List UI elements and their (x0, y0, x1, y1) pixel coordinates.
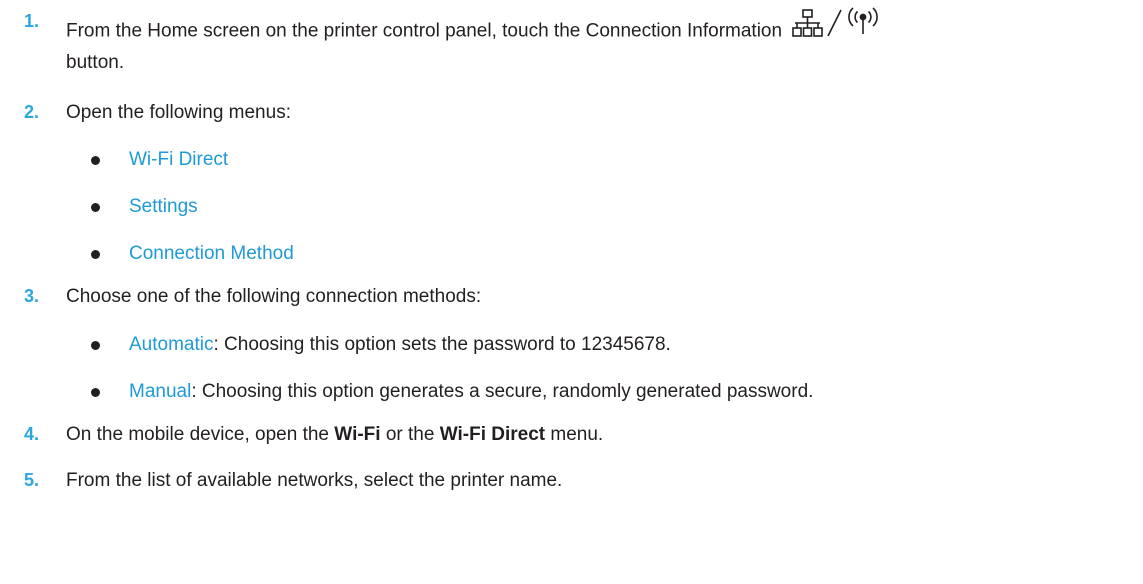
step-number-5: 5. (24, 470, 40, 490)
step-number-3: 3. (24, 286, 40, 306)
step-1-line2: button. (66, 52, 125, 73)
connection-information-icons (791, 6, 883, 49)
option-manual: Manual: Choosing this option generates a… (129, 380, 813, 404)
instruction-steps: 1. From the Home screen on the printer c… (0, 0, 1143, 584)
option-automatic-desc: : Choosing this option sets the password… (213, 334, 671, 355)
step-4-text: On the mobile device, open the Wi-Fi or … (66, 423, 603, 447)
step-4-mid: or the (380, 424, 440, 445)
step-4-pre: On the mobile device, open the (66, 424, 335, 445)
option-manual-name: Manual (129, 381, 192, 402)
bullet-dot (91, 203, 100, 212)
bullet-dot (91, 250, 100, 259)
step-number-4: 4. (24, 424, 40, 444)
bullet-dot (91, 156, 100, 165)
network-wireless-icon-group (792, 7, 879, 37)
step-4-wifi-direct: Wi-Fi Direct (439, 424, 546, 445)
step-1-line1: From the Home screen on the printer cont… (66, 20, 783, 42)
bullet-dot (91, 388, 100, 397)
step-5-text: From the list of available networks, sel… (66, 470, 563, 491)
option-manual-desc: : Choosing this option generates a secur… (191, 381, 814, 402)
option-automatic: Automatic: Choosing this option sets the… (129, 333, 671, 357)
step-3-text: Choose one of the following connection m… (66, 286, 482, 307)
menu-connection-method: Connection Method (129, 243, 294, 264)
network-icon (792, 9, 824, 37)
menu-settings: Settings (129, 196, 198, 217)
slash-divider (827, 9, 843, 37)
step-4-post: menu. (545, 424, 604, 445)
menu-wifi-direct: Wi-Fi Direct (129, 149, 229, 170)
step-number-1: 1. (24, 11, 40, 31)
step-2-text: Open the following menus: (66, 102, 291, 123)
option-automatic-name: Automatic (129, 334, 214, 355)
bullet-dot (91, 341, 100, 350)
step-4-wifi: Wi-Fi (334, 424, 381, 445)
step-number-2: 2. (24, 102, 40, 122)
wireless-icon (848, 7, 879, 34)
step-1-text: From the Home screen on the printer cont… (66, 7, 883, 53)
